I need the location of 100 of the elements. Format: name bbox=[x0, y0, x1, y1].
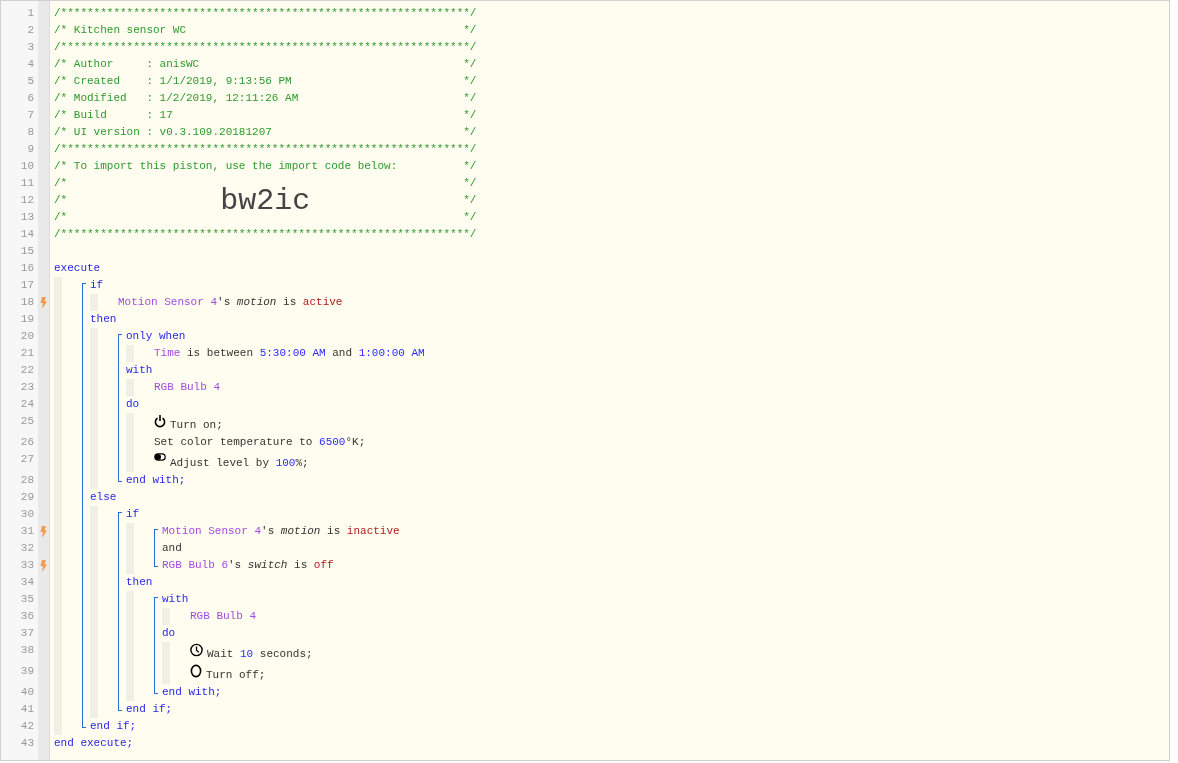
line-number: 10 bbox=[20, 160, 34, 172]
comment-text: /**************************************************************/ bbox=[54, 6, 477, 21]
number-value: 10 bbox=[240, 647, 254, 662]
keyword: then bbox=[126, 575, 153, 590]
comment-text: /* Created : 1/1/2019, 9:13:56 PM bbox=[54, 74, 292, 89]
code-text: Turn off; bbox=[206, 668, 266, 683]
keyword: end with; bbox=[126, 473, 186, 488]
code-text: Adjust level by bbox=[170, 456, 271, 471]
line-number: 5 bbox=[27, 75, 34, 87]
device-name: Motion Sensor 4 bbox=[118, 295, 218, 310]
device-name: Time bbox=[154, 346, 181, 361]
line-number: 25 bbox=[20, 415, 34, 427]
device-name: RGB Bulb 4 bbox=[190, 609, 256, 624]
line-number: 37 bbox=[20, 627, 34, 639]
line-number: 43 bbox=[20, 737, 34, 749]
code-text: %; bbox=[295, 456, 309, 471]
comment-text: */ bbox=[463, 125, 477, 140]
code-text: and bbox=[162, 541, 182, 556]
line-number: 30 bbox=[20, 508, 34, 520]
line-number: 9 bbox=[27, 143, 34, 155]
line-number: 13 bbox=[20, 211, 34, 223]
comment-text: */ bbox=[463, 57, 477, 72]
line-number: 20 bbox=[20, 330, 34, 342]
line-number: 40 bbox=[20, 686, 34, 698]
device-name: Motion Sensor 4 bbox=[162, 524, 262, 539]
code-text: 's bbox=[228, 558, 243, 573]
import-code: bw2ic bbox=[220, 183, 311, 218]
code-text: and bbox=[331, 346, 354, 361]
comment-text: */ bbox=[463, 74, 477, 89]
comment-text: /**************************************************************/ bbox=[54, 40, 477, 55]
code-text: 's bbox=[261, 524, 276, 539]
line-number: 41 bbox=[20, 703, 34, 715]
line-number: 39 bbox=[20, 665, 34, 677]
comment-text: */ bbox=[463, 210, 477, 225]
line-number: 1 bbox=[27, 7, 34, 19]
line-number: 2 bbox=[27, 24, 34, 36]
attribute-name: motion bbox=[236, 295, 277, 310]
code-text: Turn on; bbox=[170, 418, 223, 433]
keyword: end with; bbox=[162, 685, 222, 700]
line-number: 23 bbox=[20, 381, 34, 393]
comment-text: /**************************************************************/ bbox=[54, 227, 477, 242]
code-text: Wait bbox=[207, 647, 235, 662]
comment-text: /* bbox=[54, 176, 68, 191]
number-value: 1:00:00 AM bbox=[358, 346, 425, 361]
line-number: 28 bbox=[20, 474, 34, 486]
line-number: 21 bbox=[20, 347, 34, 359]
line-number: 24 bbox=[20, 398, 34, 410]
line-number: 6 bbox=[27, 92, 34, 104]
comment-text: /* bbox=[54, 210, 68, 225]
line-number: 17 bbox=[20, 279, 34, 291]
keyword: end if; bbox=[126, 702, 173, 717]
keyword: end if; bbox=[90, 719, 137, 734]
line-number: 22 bbox=[20, 364, 34, 376]
line-number: 29 bbox=[20, 491, 34, 503]
attribute-name: switch bbox=[247, 558, 288, 573]
comment-text: */ bbox=[463, 91, 477, 106]
line-number: 36 bbox=[20, 610, 34, 622]
comment-text: */ bbox=[463, 159, 477, 174]
code-text: Set color temperature to bbox=[154, 435, 314, 450]
attribute-name: motion bbox=[280, 524, 321, 539]
state-value: off bbox=[313, 558, 334, 573]
comment-text: */ bbox=[463, 108, 477, 123]
keyword: else bbox=[90, 490, 117, 505]
comment-text: */ bbox=[463, 23, 477, 38]
code-text: is bbox=[293, 558, 309, 573]
line-number: 27 bbox=[20, 453, 34, 465]
number-value: 100 bbox=[275, 456, 296, 471]
keyword: with bbox=[126, 363, 153, 378]
comment-text: /* UI version : v0.3.109.20181207 bbox=[54, 125, 272, 140]
comment-text: /* Build : 17 bbox=[54, 108, 173, 123]
state-value: active bbox=[302, 295, 343, 310]
comment-text: /* Author : anisWC bbox=[54, 57, 200, 72]
comment-text: /* bbox=[54, 193, 68, 208]
line-number: 19 bbox=[20, 313, 34, 325]
line-number: 42 bbox=[20, 720, 34, 732]
block-bracket bbox=[154, 529, 158, 567]
state-value: inactive bbox=[346, 524, 400, 539]
code-text: is between bbox=[186, 346, 255, 361]
code-text: 's bbox=[217, 295, 232, 310]
line-number: 34 bbox=[20, 576, 34, 588]
number-value: 5:30:00 AM bbox=[259, 346, 326, 361]
keyword: then bbox=[90, 312, 117, 327]
line-number: 32 bbox=[20, 542, 34, 554]
code-text: seconds; bbox=[258, 647, 313, 662]
comment-text: /**************************************************************/ bbox=[54, 142, 477, 157]
comment-text: */ bbox=[463, 193, 477, 208]
line-number: 11 bbox=[20, 177, 34, 189]
comment-text: /* To import this piston, use the import code below: bbox=[54, 159, 398, 174]
line-number: 4 bbox=[27, 58, 34, 70]
keyword: do bbox=[126, 397, 140, 412]
keyword: if bbox=[126, 507, 140, 522]
line-number: 18 bbox=[20, 296, 34, 308]
line-number: 26 bbox=[20, 436, 34, 448]
keyword: execute bbox=[54, 261, 101, 276]
keyword: do bbox=[162, 626, 176, 641]
line-number: 7 bbox=[27, 109, 34, 121]
comment-text: /* Modified : 1/2/2019, 12:11:26 AM bbox=[54, 91, 299, 106]
keyword: if bbox=[90, 278, 104, 293]
code-text: °K; bbox=[345, 435, 366, 450]
line-number: 8 bbox=[27, 126, 34, 138]
